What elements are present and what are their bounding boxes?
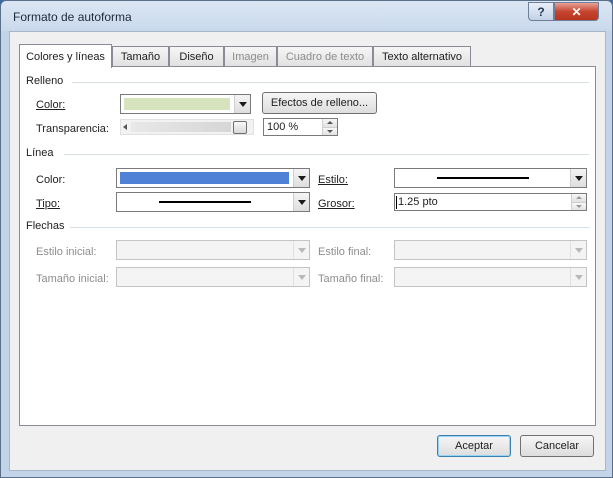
group-divider — [70, 227, 589, 228]
group-relleno-label: Relleno — [26, 75, 64, 87]
line-color-swatch — [120, 172, 289, 184]
begin-style-label: Estilo inicial: — [36, 246, 97, 258]
tab-label: Texto alternativo — [381, 51, 463, 63]
line-style-label: Estilo: — [318, 174, 348, 186]
line-weight-value: 1.25 pto — [398, 196, 438, 208]
transparency-value: 100 % — [267, 121, 299, 133]
end-size-label: Tamaño final: — [318, 273, 384, 285]
spin-down-icon[interactable] — [322, 127, 337, 135]
end-style-dropdown — [394, 240, 587, 260]
line-color-label: Color: — [36, 174, 66, 186]
title-bar: Formato de autoforma ? ✕ — [1, 1, 612, 31]
tab-texto-alternativo[interactable]: Texto alternativo — [373, 46, 471, 67]
begin-style-dropdown — [116, 240, 310, 260]
line-color-dropdown[interactable] — [116, 168, 310, 188]
chevron-down-icon — [293, 169, 309, 187]
fill-color-dropdown[interactable] — [120, 94, 251, 114]
line-type-sample — [159, 201, 251, 203]
close-button[interactable]: ✕ — [554, 2, 599, 21]
slider-track[interactable] — [131, 122, 231, 132]
close-icon: ✕ — [571, 4, 582, 19]
tab-cuadro-de-texto: Cuadro de texto — [277, 46, 373, 67]
tab-label: Diseño — [179, 51, 214, 63]
line-weight-label: Grosor: — [318, 198, 355, 210]
group-divider — [72, 82, 589, 83]
text-caret — [396, 196, 397, 209]
help-button[interactable]: ? — [528, 2, 554, 21]
end-style-label: Estilo final: — [318, 246, 372, 258]
tab-tamano[interactable]: Tamaño — [112, 46, 169, 67]
tab-label: Colores y líneas — [26, 50, 105, 63]
help-icon: ? — [537, 4, 545, 19]
cancel-button[interactable]: Cancelar — [520, 435, 594, 457]
cancel-label: Cancelar — [534, 440, 580, 452]
chevron-down-icon — [570, 241, 586, 259]
tab-diseno[interactable]: Diseño — [169, 46, 224, 67]
group-flechas-label: Flechas — [26, 220, 65, 232]
group-linea-label: Línea — [26, 147, 54, 159]
window-title: Formato de autoforma — [13, 10, 132, 24]
dialog-client-area: Colores y líneas Tamaño Diseño Imagen Cu… — [9, 31, 606, 471]
line-type-label: Tipo: — [36, 198, 61, 210]
chevron-down-icon — [570, 169, 586, 187]
line-weight-spinner[interactable]: 1.25 pto — [394, 193, 587, 211]
line-style-dropdown[interactable] — [394, 168, 587, 188]
group-divider — [64, 154, 589, 155]
slider-thumb[interactable] — [233, 121, 247, 134]
ok-button[interactable]: Aceptar — [437, 435, 511, 457]
tab-label: Imagen — [232, 51, 269, 63]
line-style-sample — [437, 177, 529, 179]
spin-up-icon[interactable] — [322, 119, 337, 127]
transparency-label: Transparencia: — [36, 123, 109, 135]
dialog-window: Formato de autoforma ? ✕ Colores y línea… — [0, 0, 613, 478]
chevron-down-icon — [293, 241, 309, 259]
tab-label: Tamaño — [120, 51, 161, 63]
tab-colores-y-lineas[interactable]: Colores y líneas — [19, 44, 112, 68]
slider-left-arrow-icon[interactable] — [123, 124, 127, 130]
tab-label: Cuadro de texto — [285, 51, 365, 63]
spin-down-icon[interactable] — [571, 202, 586, 210]
tab-panel-colores-y-lineas: Relleno Color: Efectos de relleno... Tra… — [19, 66, 596, 426]
begin-size-label: Tamaño inicial: — [36, 273, 109, 285]
chevron-down-icon — [293, 193, 309, 211]
chevron-down-icon — [234, 95, 250, 113]
begin-size-dropdown — [116, 267, 310, 287]
line-type-dropdown[interactable] — [116, 192, 310, 212]
chevron-down-icon — [293, 268, 309, 286]
fill-color-label: Color: — [36, 99, 66, 111]
tab-imagen: Imagen — [224, 46, 277, 67]
spin-up-icon[interactable] — [571, 194, 586, 202]
fill-color-swatch — [124, 98, 230, 110]
end-size-dropdown — [394, 267, 587, 287]
transparency-spinner[interactable]: 100 % — [263, 118, 338, 136]
transparency-slider[interactable] — [120, 119, 254, 135]
fill-effects-button[interactable]: Efectos de relleno... — [262, 92, 377, 114]
fill-effects-label: Efectos de relleno... — [270, 97, 369, 109]
chevron-down-icon — [570, 268, 586, 286]
ok-label: Aceptar — [455, 440, 493, 452]
